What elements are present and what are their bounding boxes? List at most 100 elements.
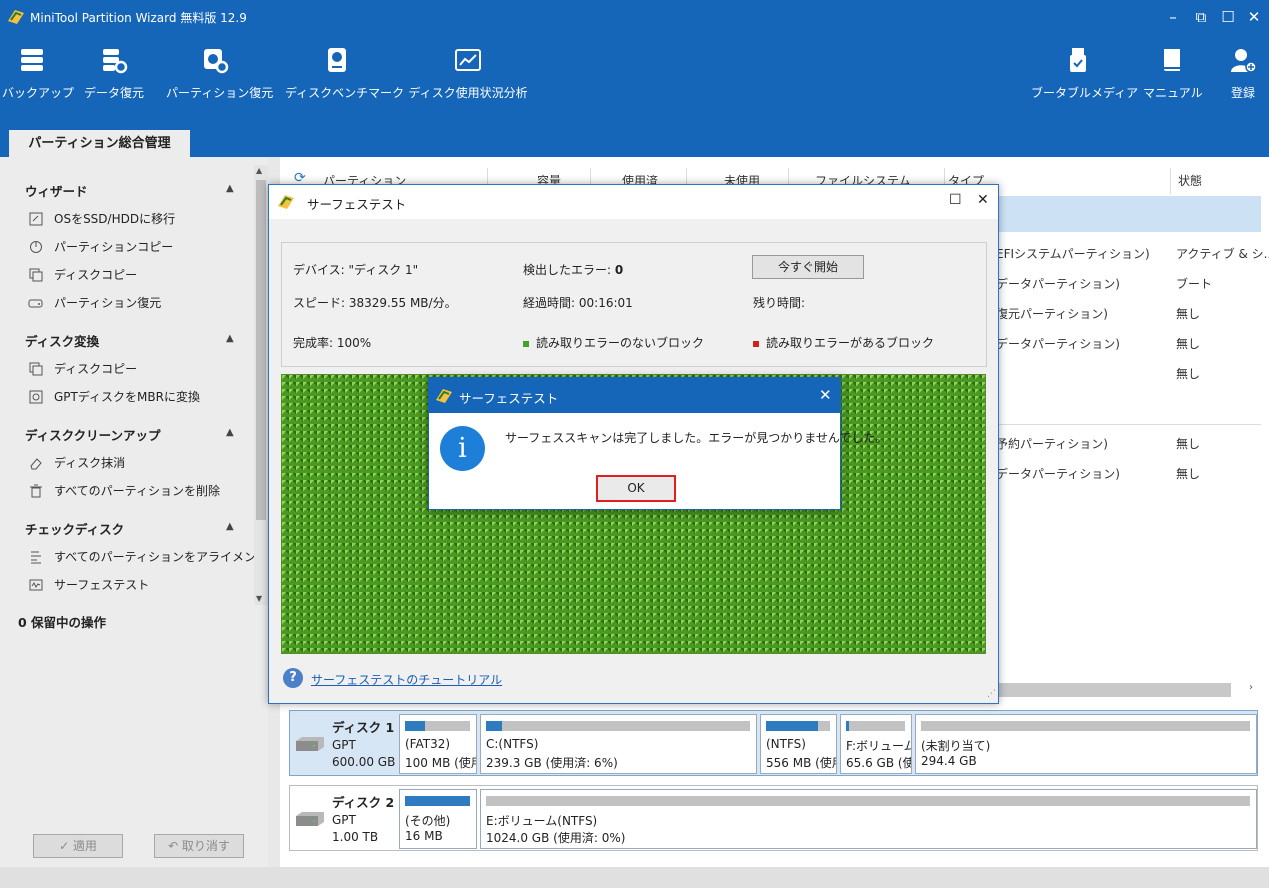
apply-button[interactable]: ✓ 適用 — [33, 834, 123, 858]
tutorial-link[interactable]: サーフェステストのチュートリアル — [311, 671, 502, 688]
chevron-up-icon[interactable]: ▲ — [226, 521, 234, 532]
surface-test-titlebar[interactable]: サーフェステスト ☐ ✕ — [269, 185, 998, 219]
help-icon[interactable]: ? — [283, 668, 303, 688]
partition-size: 556 MB (使用 — [766, 756, 837, 770]
partition-size: 294.4 GB — [921, 754, 977, 768]
chevron-up-icon[interactable]: ▲ — [226, 427, 234, 438]
section-check-disk-title[interactable]: チェックディスク — [25, 519, 124, 538]
pending-operations: 0 保留中の操作 — [18, 615, 107, 630]
maximize-icon[interactable]: ☐ — [949, 192, 962, 208]
disk-2-panel[interactable]: ディスク 2 GPT 1.00 TB (その他) 16 MB E:ボリューム(NT… — [289, 785, 1258, 851]
selected-disk-row[interactable] — [996, 196, 1261, 232]
partition-size: 65.6 GB (使用 — [846, 756, 911, 770]
eraser-icon — [28, 456, 44, 470]
minimize-button[interactable]: – — [1162, 6, 1184, 28]
section-disk-cleanup-title[interactable]: ディスククリーンアップ — [25, 425, 161, 444]
completion-label: 完成率: — [293, 336, 334, 350]
sidebar-scrollbar-thumb[interactable] — [256, 180, 266, 520]
partition-recovery-icon — [28, 296, 44, 310]
toolbar-partition-recovery-button[interactable]: パーティション復元 — [166, 46, 273, 101]
column-divider[interactable] — [1170, 168, 1171, 194]
sidebar-item-copy-disk-2[interactable]: ディスクコピー — [28, 360, 137, 377]
speed-label: スピード: — [293, 296, 346, 310]
row-status: 無し — [1176, 437, 1201, 451]
scroll-up-icon[interactable]: ▲ — [256, 166, 262, 175]
scroll-right-icon[interactable]: › — [1249, 682, 1253, 693]
chevron-up-icon[interactable]: ▲ — [226, 333, 234, 344]
surface-test-title: サーフェステスト — [307, 197, 407, 212]
disk-1-panel[interactable]: ディスク 1 GPT 600.00 GB (FAT32) 100 MB (使用 C… — [289, 710, 1258, 776]
sidebar-item-surface-test[interactable]: サーフェステスト — [28, 576, 149, 593]
usage-bar-fill — [486, 721, 502, 731]
toolbar-register-button[interactable]: 登録 — [1224, 46, 1262, 101]
sidebar — [0, 157, 268, 867]
row-status: 無し — [1176, 467, 1201, 481]
usage-bar — [846, 721, 905, 731]
partition-block[interactable]: (NTFS) 556 MB (使用 — [760, 714, 837, 774]
sidebar-item-copy-disk[interactable]: ディスクコピー — [28, 266, 137, 283]
scan-complete-message: サーフェススキャンは完了しました。エラーが見つかりませんでした。 — [505, 431, 888, 445]
usage-bar-fill — [405, 796, 470, 806]
sidebar-item-partition-recovery[interactable]: パーティション復元 — [28, 294, 161, 311]
scroll-down-icon[interactable]: ▼ — [256, 594, 262, 603]
usage-bar — [405, 796, 470, 806]
section-wizard-title[interactable]: ウィザード — [25, 181, 88, 200]
usage-bar — [405, 721, 470, 731]
disk-style: GPT — [332, 813, 356, 827]
section-convert-disk-title[interactable]: ディスク変換 — [25, 331, 99, 350]
ok-button[interactable]: OK — [596, 475, 676, 502]
resize-grip-icon[interactable]: ⋰ — [987, 689, 996, 699]
app-logo-icon — [436, 389, 452, 403]
maximize-button[interactable]: ☐ — [1217, 6, 1239, 28]
toolbar-bootable-media-button[interactable]: ブータブルメディア — [1031, 46, 1138, 101]
errors-value: 0 — [614, 263, 624, 277]
disk-name: ディスク 1 — [332, 720, 395, 735]
toolbar-backup-button[interactable]: バックアップ — [2, 46, 74, 101]
undo-button[interactable]: ↶ 取り消す — [154, 834, 244, 858]
close-icon[interactable]: ✕ — [977, 192, 989, 208]
legend-ok: 読み取りエラーのないブロック — [523, 334, 704, 351]
sidebar-item-copy-partition[interactable]: パーティションコピー — [28, 238, 173, 255]
partition-block[interactable]: F:ボリューム(N 65.6 GB (使用 — [840, 714, 912, 774]
device-value: "ディスク 1" — [348, 263, 419, 277]
window-title: MiniTool Partition Wizard 無料版 12.9 — [30, 11, 247, 25]
sidebar-item-gpt-to-mbr[interactable]: GPTディスクをMBRに変換 — [28, 388, 200, 405]
partition-block[interactable]: (未割り当て) 294.4 GB — [915, 714, 1257, 774]
sidebar-item-delete-all-partitions[interactable]: すべてのパーティションを削除 — [28, 482, 220, 499]
partition-block[interactable]: (FAT32) 100 MB (使用 — [399, 714, 477, 774]
close-icon[interactable]: ✕ — [819, 386, 832, 404]
status-bar — [0, 867, 1269, 888]
partition-block[interactable]: C:(NTFS) 239.3 GB (使用済: 6%) — [480, 714, 757, 774]
toolbar-space-analyzer-button[interactable]: ディスク使用状況分析 — [408, 46, 528, 101]
app-logo-icon — [278, 195, 294, 209]
partition-block[interactable]: (その他) 16 MB — [399, 789, 477, 849]
toolbar-manual-button[interactable]: マニュアル — [1143, 46, 1203, 101]
start-now-button[interactable]: 今すぐ開始 — [752, 255, 864, 279]
legend-ok-swatch — [523, 340, 529, 347]
disk-size: 1.00 TB — [332, 830, 379, 844]
sidebar-item-align-partitions[interactable]: すべてのパーティションをアライメント — [28, 548, 268, 565]
backup-icon — [21, 49, 43, 71]
row-status: アクティブ & シ... — [1176, 247, 1269, 261]
sidebar-item-migrate-os[interactable]: OSをSSD/HDDに移行 — [28, 210, 175, 227]
chevron-up-icon[interactable]: ▲ — [226, 183, 234, 194]
partition-block[interactable]: E:ボリューム(NTFS) 1024.0 GB (使用済: 0%) — [480, 789, 1257, 849]
row-type: データパーティション) — [996, 277, 1120, 291]
scan-complete-titlebar[interactable]: サーフェステスト ✕ — [429, 378, 840, 413]
restore-button[interactable]: ⧉ — [1190, 6, 1212, 28]
sidebar-item-wipe-disk[interactable]: ディスク抹消 — [28, 454, 125, 471]
close-button[interactable]: ✕ — [1243, 6, 1265, 28]
trash-icon — [28, 484, 44, 498]
tab-partition-management[interactable]: パーティション総合管理 — [9, 130, 190, 157]
toolbar-disk-benchmark-button[interactable]: ディスクベンチマーク — [285, 46, 404, 101]
toolbar-data-recovery-button[interactable]: データ復元 — [82, 46, 146, 101]
disk-name: ディスク 2 — [332, 795, 395, 810]
row-status: 無し — [1176, 307, 1201, 321]
device-label: デバイス: — [293, 263, 345, 277]
partition-size: 1024.0 GB (使用済: 0%) — [486, 831, 626, 845]
hard-disk-icon — [296, 812, 324, 826]
legend-error: 読み取りエラーがあるブロック — [753, 334, 934, 351]
horizontal-scrollbar-thumb[interactable] — [996, 683, 1231, 697]
partition-label: (NTFS) — [766, 737, 806, 751]
column-status[interactable]: 状態 — [1178, 172, 1202, 189]
